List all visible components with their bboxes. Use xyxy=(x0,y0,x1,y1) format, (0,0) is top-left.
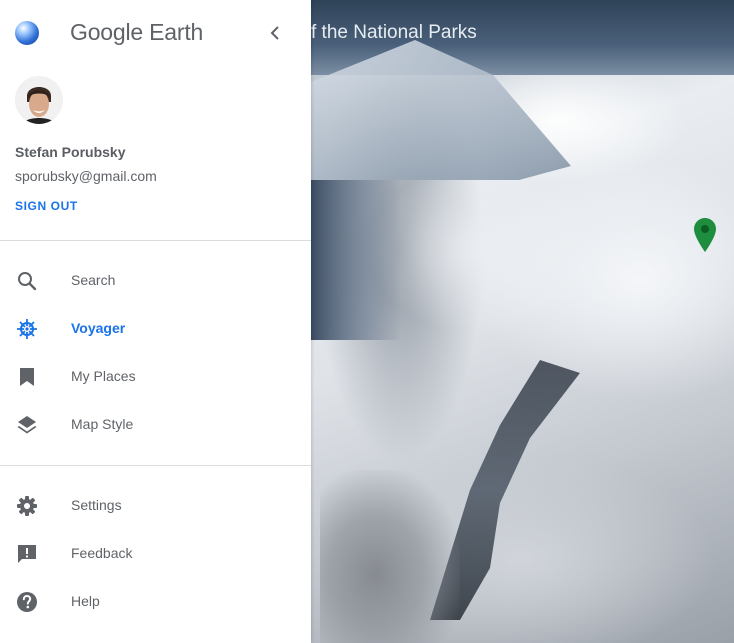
divider xyxy=(0,240,311,241)
side-drawer: Google Earth Stefan Porubsky sporubsky@g… xyxy=(0,0,311,643)
nav-item-search[interactable]: Search xyxy=(0,257,311,305)
shadowed-slope xyxy=(311,180,401,340)
voyager-story-title: f the National Parks xyxy=(311,22,477,43)
nav-item-voyager[interactable]: Voyager xyxy=(0,305,311,353)
nav-item-label: Voyager xyxy=(71,320,126,336)
drawer-header: Google Earth xyxy=(0,0,311,66)
nav-item-settings[interactable]: Settings xyxy=(0,482,311,530)
feedback-icon xyxy=(15,542,39,566)
avatar[interactable] xyxy=(15,76,63,124)
nav-item-label: Map Style xyxy=(71,416,134,432)
nav-item-map-style[interactable]: Map Style xyxy=(0,401,311,449)
nav-item-label: Help xyxy=(71,593,100,609)
nav-item-label: Settings xyxy=(71,497,122,513)
chevron-left-icon xyxy=(270,26,279,40)
user-name: Stefan Porubsky xyxy=(15,144,126,160)
user-photo xyxy=(15,76,63,124)
exposed-rock xyxy=(320,470,460,643)
search-icon xyxy=(15,269,39,293)
collapse-drawer-button[interactable] xyxy=(264,22,286,44)
google-earth-logo-icon xyxy=(15,21,39,45)
voyager-wheel-icon xyxy=(15,317,39,341)
nav-item-label: Search xyxy=(71,272,116,288)
divider xyxy=(0,465,311,466)
app-title: Google Earth xyxy=(70,19,204,45)
layers-icon xyxy=(15,413,39,437)
nav-item-label: Feedback xyxy=(71,545,133,561)
nav-item-my-places[interactable]: My Places xyxy=(0,353,311,401)
nav-item-feedback[interactable]: Feedback xyxy=(0,530,311,578)
nav-item-help[interactable]: Help xyxy=(0,578,311,626)
sign-out-link[interactable]: SIGN OUT xyxy=(15,199,78,213)
gear-icon xyxy=(15,494,39,518)
bookmark-icon xyxy=(15,365,39,389)
nav-item-label: My Places xyxy=(71,368,136,384)
location-marker-icon[interactable] xyxy=(694,218,716,252)
help-icon xyxy=(15,590,39,614)
user-email: sporubsky@gmail.com xyxy=(15,168,157,184)
